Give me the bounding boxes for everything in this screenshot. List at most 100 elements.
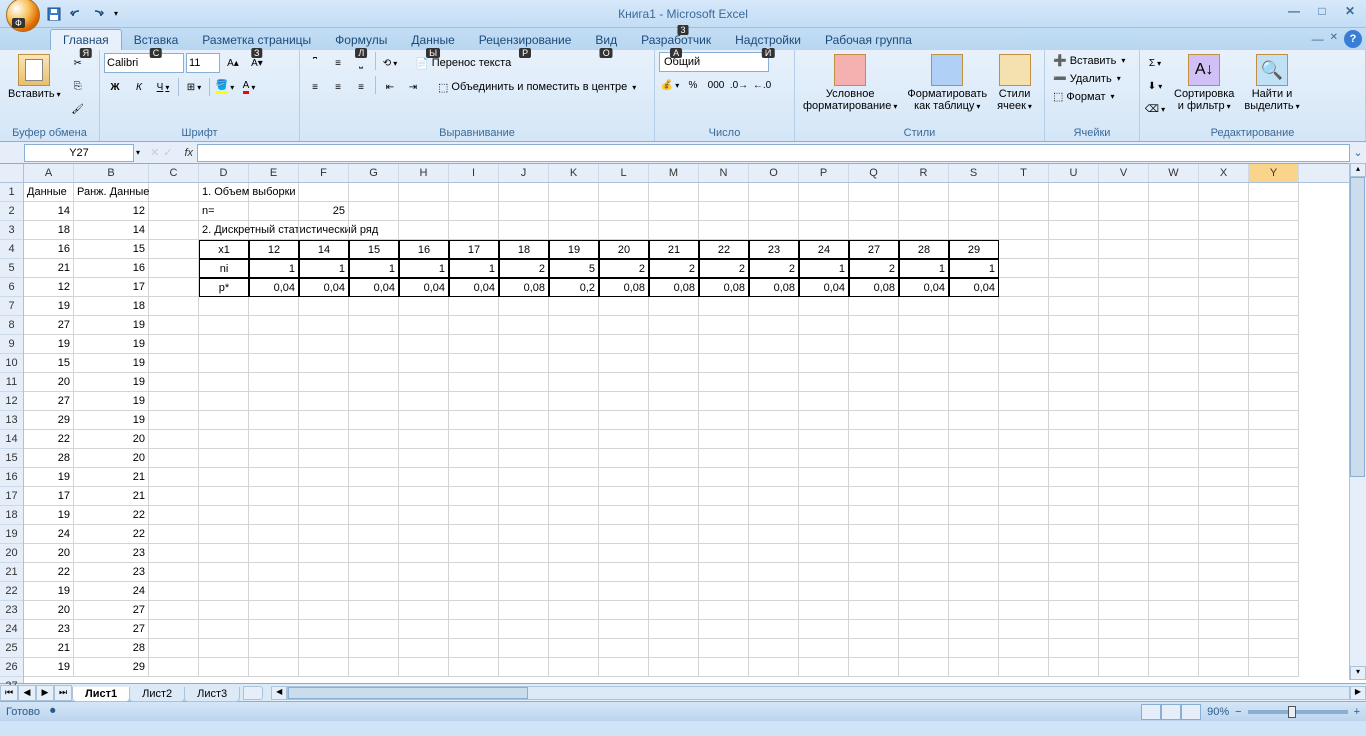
bold-button[interactable]: Ж	[104, 76, 126, 98]
cell-H22[interactable]	[399, 582, 449, 601]
column-header-W[interactable]: W	[1149, 164, 1199, 182]
row-header-19[interactable]: 19	[0, 525, 23, 544]
cell-E7[interactable]	[249, 297, 299, 316]
cell-P23[interactable]	[799, 601, 849, 620]
cell-E24[interactable]	[249, 620, 299, 639]
cell-G2[interactable]	[349, 202, 399, 221]
cell-J22[interactable]	[499, 582, 549, 601]
column-header-F[interactable]: F	[299, 164, 349, 182]
cell-G13[interactable]	[349, 411, 399, 430]
cell-T25[interactable]	[999, 639, 1049, 658]
cell-G7[interactable]	[349, 297, 399, 316]
cell-S7[interactable]	[949, 297, 999, 316]
cell-T18[interactable]	[999, 506, 1049, 525]
cell-K25[interactable]	[549, 639, 599, 658]
cell-I2[interactable]	[449, 202, 499, 221]
cell-G18[interactable]	[349, 506, 399, 525]
cell-E18[interactable]	[249, 506, 299, 525]
cell-B22[interactable]: 24	[74, 582, 149, 601]
cell-D14[interactable]	[199, 430, 249, 449]
cell-G8[interactable]	[349, 316, 399, 335]
cell-D4[interactable]: x1	[199, 240, 249, 259]
cell-A6[interactable]: 12	[24, 278, 74, 297]
cell-J5[interactable]: 2	[499, 259, 549, 278]
cell-J18[interactable]	[499, 506, 549, 525]
new-sheet-button[interactable]	[243, 686, 263, 700]
cell-X21[interactable]	[1199, 563, 1249, 582]
cell-E25[interactable]	[249, 639, 299, 658]
cell-B16[interactable]: 21	[74, 468, 149, 487]
cell-T9[interactable]	[999, 335, 1049, 354]
cell-E15[interactable]	[249, 449, 299, 468]
cell-G3[interactable]	[349, 221, 399, 240]
cell-A13[interactable]: 29	[24, 411, 74, 430]
cell-T16[interactable]	[999, 468, 1049, 487]
cell-H17[interactable]	[399, 487, 449, 506]
cell-D10[interactable]	[199, 354, 249, 373]
cell-U23[interactable]	[1049, 601, 1099, 620]
row-header-3[interactable]: 3	[0, 221, 23, 240]
cell-L20[interactable]	[599, 544, 649, 563]
cell-U6[interactable]	[1049, 278, 1099, 297]
cell-F19[interactable]	[299, 525, 349, 544]
cell-X11[interactable]	[1199, 373, 1249, 392]
cell-T7[interactable]	[999, 297, 1049, 316]
cell-M24[interactable]	[649, 620, 699, 639]
conditional-formatting-button[interactable]: Условное форматирование	[799, 52, 901, 114]
cell-P11[interactable]	[799, 373, 849, 392]
cell-M6[interactable]: 0,08	[649, 278, 699, 297]
cell-H18[interactable]	[399, 506, 449, 525]
cell-Y7[interactable]	[1249, 297, 1299, 316]
cell-Y13[interactable]	[1249, 411, 1299, 430]
cell-U8[interactable]	[1049, 316, 1099, 335]
column-header-A[interactable]: A	[24, 164, 74, 182]
cell-F21[interactable]	[299, 563, 349, 582]
column-header-D[interactable]: D	[199, 164, 249, 182]
cell-D1[interactable]: 1. Объем выборки	[199, 183, 249, 202]
cell-H21[interactable]	[399, 563, 449, 582]
cell-W1[interactable]	[1149, 183, 1199, 202]
cell-M4[interactable]: 21	[649, 240, 699, 259]
cell-C24[interactable]	[149, 620, 199, 639]
cell-O13[interactable]	[749, 411, 799, 430]
cell-Y1[interactable]	[1249, 183, 1299, 202]
cell-C8[interactable]	[149, 316, 199, 335]
cell-K2[interactable]	[549, 202, 599, 221]
orientation-button[interactable]: ⟲	[379, 52, 401, 74]
cell-L13[interactable]	[599, 411, 649, 430]
cell-T8[interactable]	[999, 316, 1049, 335]
cell-L8[interactable]	[599, 316, 649, 335]
cell-A25[interactable]: 21	[24, 639, 74, 658]
row-header-24[interactable]: 24	[0, 620, 23, 639]
cell-N4[interactable]: 22	[699, 240, 749, 259]
cell-D15[interactable]	[199, 449, 249, 468]
cell-L24[interactable]	[599, 620, 649, 639]
cell-T13[interactable]	[999, 411, 1049, 430]
cell-R23[interactable]	[899, 601, 949, 620]
tab-Формулы[interactable]: ФормулыЛ	[323, 30, 399, 50]
cell-N24[interactable]	[699, 620, 749, 639]
name-box[interactable]	[24, 144, 134, 162]
cell-E3[interactable]	[249, 221, 299, 240]
row-header-9[interactable]: 9	[0, 335, 23, 354]
cell-I18[interactable]	[449, 506, 499, 525]
sheet-tab-Лист1[interactable]: Лист1	[72, 687, 130, 702]
cell-R20[interactable]	[899, 544, 949, 563]
cell-J23[interactable]	[499, 601, 549, 620]
cell-V8[interactable]	[1099, 316, 1149, 335]
row-header-7[interactable]: 7	[0, 297, 23, 316]
cell-J10[interactable]	[499, 354, 549, 373]
cell-R5[interactable]: 1	[899, 259, 949, 278]
cell-M3[interactable]	[649, 221, 699, 240]
cell-D12[interactable]	[199, 392, 249, 411]
cell-W19[interactable]	[1149, 525, 1199, 544]
cell-F4[interactable]: 14	[299, 240, 349, 259]
sheet-nav-prev[interactable]: ◀	[18, 685, 36, 701]
cell-P20[interactable]	[799, 544, 849, 563]
cell-M10[interactable]	[649, 354, 699, 373]
cell-R4[interactable]: 28	[899, 240, 949, 259]
cell-K9[interactable]	[549, 335, 599, 354]
cell-H11[interactable]	[399, 373, 449, 392]
cell-V2[interactable]	[1099, 202, 1149, 221]
cell-V19[interactable]	[1099, 525, 1149, 544]
